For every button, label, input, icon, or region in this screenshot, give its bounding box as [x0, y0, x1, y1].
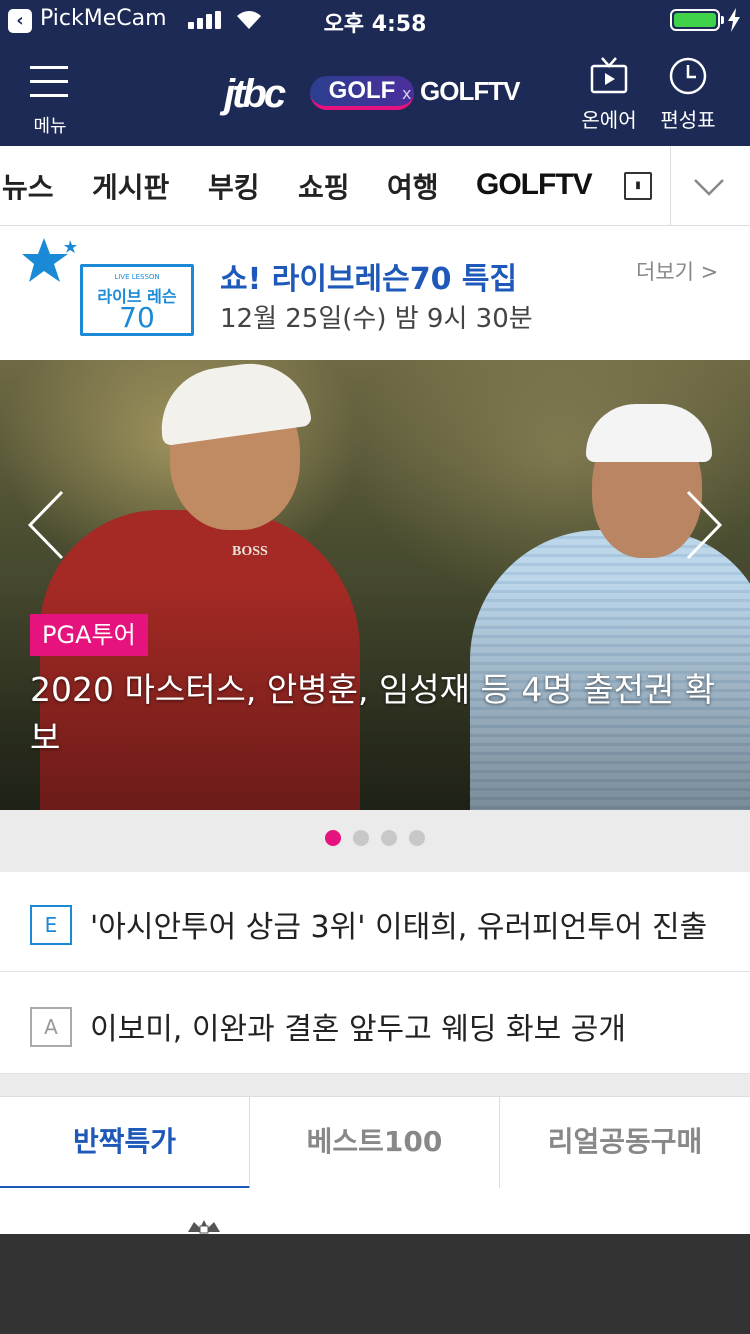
chevron-down-icon[interactable]	[692, 170, 726, 204]
chevron-left-icon[interactable]	[26, 490, 66, 560]
shirt-logo: BOSS	[232, 544, 268, 559]
schedule-label: 편성표	[660, 108, 716, 132]
tab-best100[interactable]: 베스트100	[250, 1097, 500, 1189]
category-tag: PGA투어	[30, 614, 148, 656]
section-gap	[0, 1074, 750, 1096]
jtbc-golf-logo[interactable]: jtbc GOLF x GOLFTV	[222, 68, 532, 118]
brand-crest-icon	[188, 1220, 220, 1234]
tv-icon	[590, 57, 628, 94]
logo-golf-text: GOLF	[310, 76, 414, 110]
cat-news[interactable]: 뉴스	[2, 166, 54, 206]
cat-board[interactable]: 게시판	[92, 166, 169, 206]
shop-tabs: 반짝특가 베스트100 리얼공동구매	[0, 1096, 750, 1189]
carousel-dot[interactable]	[325, 830, 341, 846]
tab-flash-sale[interactable]: 반짝특가	[0, 1097, 250, 1189]
carousel-dot[interactable]	[381, 830, 397, 846]
carousel-dot[interactable]	[409, 830, 425, 846]
promo-more-link[interactable]: 더보기 >	[636, 256, 718, 286]
news-badge: E	[30, 905, 72, 945]
news-badge: A	[30, 1007, 72, 1047]
cat-shopping[interactable]: 쇼핑	[298, 166, 350, 206]
status-time: 오후 4:58	[323, 12, 427, 37]
player2-cap	[586, 404, 712, 462]
hero-headline[interactable]: 2020 마스터스, 안병훈, 임성재 등 4명 출전권 확보	[30, 666, 720, 762]
pga-tour-icon: ▮	[624, 172, 652, 200]
cat-golftv[interactable]: GOLFTV	[476, 168, 593, 202]
tab-group-buy[interactable]: 리얼공동구매	[500, 1097, 750, 1189]
carousel-dot[interactable]	[353, 830, 369, 846]
live-lesson-box: LIVE LESSON 라이브 레슨 70	[80, 264, 194, 336]
app-header: 메뉴 jtbc GOLF x GOLFTV 온에어 편성표	[0, 40, 750, 146]
news-title[interactable]: '아시안투어 상금 3위' 이태희, 유러피언투어 진출	[90, 902, 720, 946]
hero-carousel[interactable]: BOSS PGA투어 2020 마스터스, 안병훈, 임성재 등 4명 출전권 …	[0, 360, 750, 810]
menu-label: 메뉴	[33, 116, 67, 137]
bottom-bar	[0, 1234, 750, 1334]
battery-icon	[670, 9, 720, 31]
logo-golftv-text: GOLFTV	[420, 76, 520, 106]
chevron-right-icon[interactable]	[684, 490, 724, 560]
logo-jtbc-text: jtbc	[224, 72, 286, 116]
charging-bolt-icon	[728, 8, 740, 32]
category-nav: 뉴스 게시판 부킹 쇼핑 여행 GOLFTV ▮	[0, 146, 750, 226]
menu-button[interactable]: 메뉴	[22, 58, 78, 138]
news-title[interactable]: 이보미, 이완과 결혼 앞두고 웨딩 화보 공개	[90, 1004, 720, 1048]
news-item[interactable]: A 이보미, 이완과 결혼 앞두고 웨딩 화보 공개	[0, 974, 750, 1074]
promo-date: 12월 25일(수) 밤 9시 30분	[220, 304, 533, 334]
carousel-pagination	[0, 810, 750, 872]
status-bar: ‹ PickMeCam 오후 4:58	[0, 0, 750, 40]
battery-nub	[721, 16, 724, 24]
onair-button[interactable]: 온에어	[569, 54, 649, 140]
nav-divider	[670, 146, 671, 226]
product-strip	[0, 1188, 750, 1234]
promo-title[interactable]: 쇼! 라이브레슨70 특집	[220, 254, 517, 298]
cat-travel[interactable]: 여행	[387, 166, 439, 206]
logo-number: 70	[119, 301, 155, 334]
logo-x-text: x	[402, 84, 412, 103]
news-item[interactable]: E '아시안투어 상금 3위' 이태희, 유러피언투어 진출	[0, 872, 750, 972]
promo-banner[interactable]: LIVE LESSON 라이브 레슨 70 쇼! 라이브레슨70 특집 12월 …	[0, 226, 750, 360]
live-lesson-logo: LIVE LESSON 라이브 레슨 70	[22, 236, 202, 346]
cat-booking[interactable]: 부킹	[208, 166, 260, 206]
clock-icon	[669, 57, 707, 95]
schedule-button[interactable]: 편성표	[648, 54, 728, 140]
star-icon	[22, 238, 77, 282]
logo-small-text: LIVE LESSON	[114, 273, 160, 281]
onair-label: 온에어	[581, 108, 637, 132]
